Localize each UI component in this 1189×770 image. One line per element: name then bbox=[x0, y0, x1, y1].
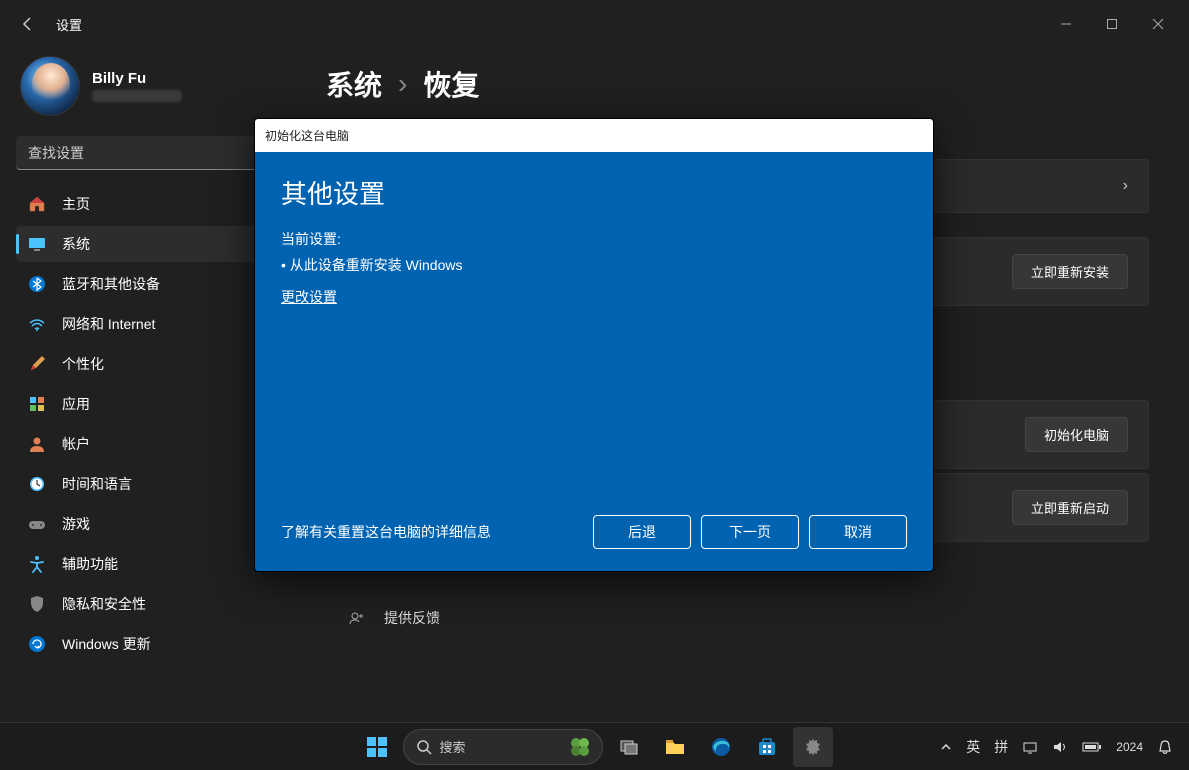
taskbar-clock[interactable]: 2024 bbox=[1116, 740, 1143, 754]
volume-tray-icon[interactable] bbox=[1052, 739, 1068, 755]
dialog-titlebar: 初始化这台电脑 bbox=[255, 119, 933, 152]
search-icon bbox=[416, 739, 432, 755]
taskbar-search-label: 搜索 bbox=[440, 737, 466, 756]
ime-mode[interactable]: 拼 bbox=[994, 737, 1008, 757]
explorer-button[interactable] bbox=[655, 727, 695, 767]
dialog-bullet: • 从此设备重新安装 Windows bbox=[281, 255, 907, 275]
notifications-tray-icon[interactable] bbox=[1157, 739, 1173, 755]
dialog-cancel-button[interactable]: 取消 bbox=[809, 515, 907, 549]
store-button[interactable] bbox=[747, 727, 787, 767]
dialog-change-settings-link[interactable]: 更改设置 bbox=[281, 287, 907, 307]
battery-tray-icon[interactable] bbox=[1082, 741, 1102, 753]
tray-chevron-icon[interactable] bbox=[940, 741, 952, 753]
network-tray-icon[interactable] bbox=[1022, 739, 1038, 755]
reset-dialog: 初始化这台电脑 其他设置 当前设置: • 从此设备重新安装 Windows 更改… bbox=[254, 118, 934, 572]
taskbar: 搜索 英 拼 2024 bbox=[0, 722, 1189, 770]
edge-button[interactable] bbox=[701, 727, 741, 767]
dialog-heading: 其他设置 bbox=[281, 174, 907, 211]
dialog-next-button[interactable]: 下一页 bbox=[701, 515, 799, 549]
dialog-back-button[interactable]: 后退 bbox=[593, 515, 691, 549]
dialog-learn-more-link[interactable]: 了解有关重置这台电脑的详细信息 bbox=[281, 522, 583, 542]
clover-icon bbox=[568, 735, 592, 759]
taskbar-search[interactable]: 搜索 bbox=[403, 729, 603, 765]
taskview-button[interactable] bbox=[609, 727, 649, 767]
start-button[interactable] bbox=[357, 727, 397, 767]
ime-lang[interactable]: 英 bbox=[966, 737, 980, 757]
dialog-current-label: 当前设置: bbox=[281, 229, 907, 249]
settings-button[interactable] bbox=[793, 727, 833, 767]
